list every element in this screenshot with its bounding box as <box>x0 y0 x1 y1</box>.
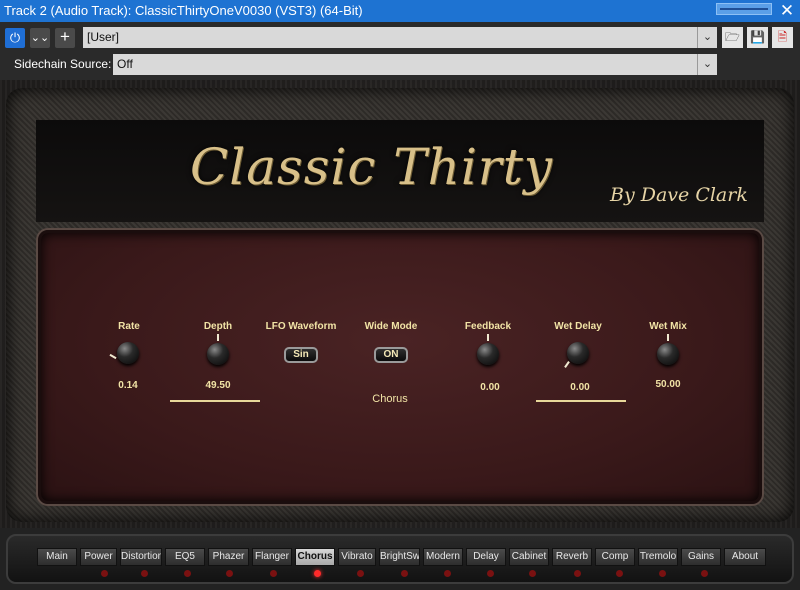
tab-comp[interactable]: Comp <box>595 548 635 566</box>
control-panel <box>38 230 762 504</box>
wide-mode-button[interactable]: ON <box>374 347 408 363</box>
led-indicator <box>616 570 623 577</box>
wet-mix-value: 50.00 <box>655 379 681 390</box>
lfo-waveform-button[interactable]: Sin <box>284 347 318 363</box>
led-indicator <box>184 570 191 577</box>
author-byline: By Dave Clark <box>610 184 748 206</box>
add-icon[interactable]: + <box>55 28 75 48</box>
save-preset-icon[interactable]: 💾 <box>747 27 768 48</box>
tab-brightsw[interactable]: BrightSw <box>379 548 420 566</box>
led-indicator <box>314 570 321 577</box>
product-logo: Classic Thirty <box>190 138 554 196</box>
window-title-bar: Track 2 (Audio Track): ClassicThirtyOneV… <box>0 0 800 22</box>
feedback-knob-pointer <box>487 334 489 341</box>
led-indicator <box>487 570 494 577</box>
tab-chorus[interactable]: Chorus <box>295 548 335 566</box>
tab-main[interactable]: Main <box>37 548 77 566</box>
led-indicator <box>141 570 148 577</box>
rate-label: Rate <box>118 321 140 332</box>
led-indicator <box>226 570 233 577</box>
rate-value: 0.14 <box>118 380 138 391</box>
rate-knob[interactable] <box>117 342 139 364</box>
feedback-value: 0.00 <box>480 382 500 393</box>
wet-mix-knob-pointer <box>667 334 669 341</box>
minimize-bar[interactable] <box>716 3 772 15</box>
wet-delay-value: 0.00 <box>570 382 590 393</box>
sidechain-label: Sidechain Source: <box>14 57 112 71</box>
tab-power[interactable]: Power <box>80 548 117 566</box>
feedback-knob[interactable] <box>477 343 499 365</box>
wet-mix-label: Wet Mix <box>649 321 687 332</box>
chevron-down-icon[interactable]: ⌄ <box>697 27 717 48</box>
tab-distortion[interactable]: Distortion <box>120 548 162 566</box>
depth-knob-pointer <box>217 334 219 341</box>
preset-select[interactable]: [User] <box>83 27 697 48</box>
section-title: Chorus <box>372 393 408 405</box>
tab-eq5[interactable]: EQ5 <box>165 548 205 566</box>
depth-knob[interactable] <box>207 343 229 365</box>
collapse-icon[interactable]: ⌄⌄ <box>30 28 50 48</box>
led-indicator <box>101 570 108 577</box>
tab-phazer[interactable]: Phazer <box>208 548 249 566</box>
feedback-label: Feedback <box>464 321 512 332</box>
close-icon[interactable]: ✕ <box>778 0 796 22</box>
depth-underline <box>170 400 260 402</box>
wet-delay-label: Wet Delay <box>554 321 602 332</box>
wet-mix-knob[interactable] <box>657 343 679 365</box>
led-indicator <box>529 570 536 577</box>
tab-reverb[interactable]: Reverb <box>552 548 592 566</box>
led-indicator <box>701 570 708 577</box>
led-indicator <box>574 570 581 577</box>
led-indicator <box>659 570 666 577</box>
tab-about[interactable]: About <box>724 548 766 566</box>
chevron-down-icon[interactable]: ⌄ <box>697 54 717 75</box>
depth-value: 49.50 <box>205 380 231 391</box>
delete-preset-icon[interactable]: 🗎 <box>772 27 793 48</box>
led-indicator <box>401 570 408 577</box>
sidechain-select[interactable]: Off <box>113 54 697 75</box>
window-title: Track 2 (Audio Track): ClassicThirtyOneV… <box>4 3 363 18</box>
tab-delay[interactable]: Delay <box>466 548 506 566</box>
open-preset-icon[interactable]: 🗁 <box>722 27 743 48</box>
tab-modern[interactable]: Modern <box>423 548 463 566</box>
lfo-waveform-label: LFO Waveform <box>265 321 337 332</box>
led-indicator <box>357 570 364 577</box>
wet-delay-knob[interactable] <box>567 342 589 364</box>
tab-cabinet[interactable]: Cabinet <box>509 548 549 566</box>
depth-label: Depth <box>203 321 233 332</box>
tab-tremolo[interactable]: Tremolo <box>638 548 678 566</box>
wet-delay-underline <box>536 400 626 402</box>
led-indicator <box>444 570 451 577</box>
plugin-toolbar: ⏻ ⌄⌄ + [User] ⌄ 🗁 💾 🗎 Sidechain Source: … <box>0 22 800 80</box>
tab-flanger[interactable]: Flanger <box>252 548 292 566</box>
power-icon[interactable]: ⏻ <box>5 28 25 48</box>
amp-body: Classic Thirty By Dave Clark <box>0 80 800 528</box>
wide-mode-label: Wide Mode <box>364 321 418 332</box>
led-indicator <box>270 570 277 577</box>
tab-vibrato[interactable]: Vibrato <box>338 548 376 566</box>
tab-gains[interactable]: Gains <box>681 548 721 566</box>
